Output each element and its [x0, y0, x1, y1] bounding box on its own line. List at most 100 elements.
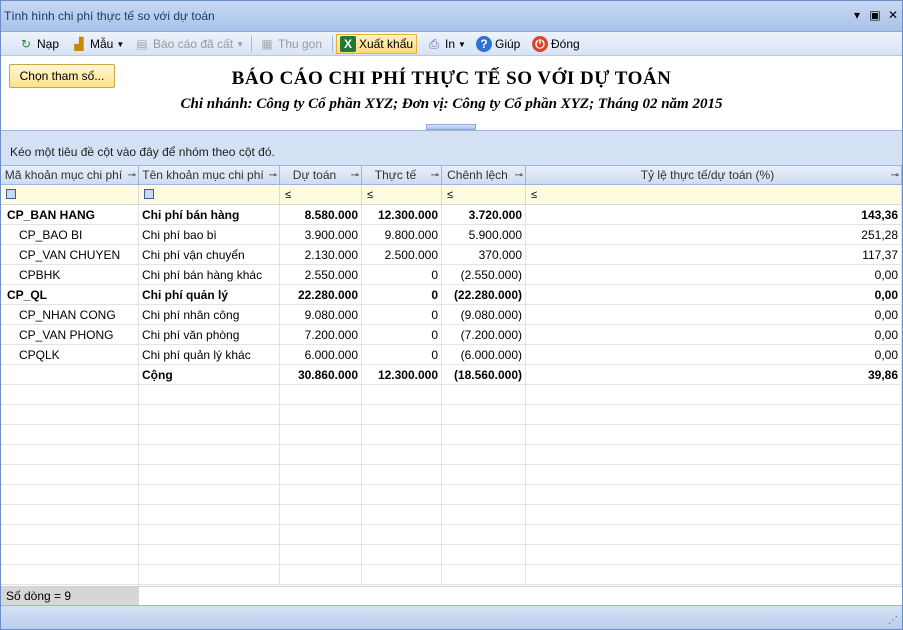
cell-name[interactable]: Chi phí vận chuyển: [139, 245, 280, 265]
reload-button[interactable]: ↻ Nạp: [15, 34, 62, 54]
empty-row[interactable]: [1, 405, 902, 425]
empty-row[interactable]: [1, 425, 902, 445]
cell-diff[interactable]: [442, 525, 526, 545]
cell-budget[interactable]: [280, 465, 362, 485]
cell-name[interactable]: [139, 405, 280, 425]
cell-code[interactable]: [1, 445, 139, 465]
filter-checkbox[interactable]: [144, 189, 154, 199]
cell-diff[interactable]: [442, 425, 526, 445]
template-button[interactable]: ▟ Mẫu ▼: [68, 34, 127, 54]
cell-name[interactable]: Chi phí bao bì: [139, 225, 280, 245]
cell-actual[interactable]: [362, 465, 442, 485]
cell-diff[interactable]: [442, 465, 526, 485]
cell-code[interactable]: [1, 485, 139, 505]
cell-diff[interactable]: 5.900.000: [442, 225, 526, 245]
cell-actual[interactable]: 0: [362, 285, 442, 305]
close-report-button[interactable]: ⏻ Đóng: [529, 34, 583, 54]
cell-name[interactable]: [139, 425, 280, 445]
cell-diff[interactable]: (7.200.000): [442, 325, 526, 345]
cell-budget[interactable]: [280, 445, 362, 465]
cell-budget[interactable]: 22.280.000: [280, 285, 362, 305]
cell-name[interactable]: [139, 445, 280, 465]
cell-ratio[interactable]: [526, 545, 902, 565]
cell-budget[interactable]: [280, 405, 362, 425]
cell-actual[interactable]: [362, 385, 442, 405]
cell-actual[interactable]: [362, 545, 442, 565]
cell-actual[interactable]: 0: [362, 345, 442, 365]
cell-actual[interactable]: [362, 405, 442, 425]
cell-actual[interactable]: 0: [362, 305, 442, 325]
cell-diff[interactable]: [442, 545, 526, 565]
cell-ratio[interactable]: [526, 425, 902, 445]
cell-name[interactable]: Chi phí nhân công: [139, 305, 280, 325]
cell-name[interactable]: Chi phí bán hàng: [139, 205, 280, 225]
cell-name[interactable]: [139, 385, 280, 405]
table-row[interactable]: CP_BAN HANG Chi phí bán hàng 8.580.000 12.3…: [1, 205, 902, 225]
table-row[interactable]: CPBHK Chi phí bán hàng khác 2.550.000 0 (2.5…: [1, 265, 902, 285]
cell-name[interactable]: Chi phí văn phòng: [139, 325, 280, 345]
cell-actual[interactable]: 12.300.000: [362, 365, 442, 385]
cell-name[interactable]: [139, 485, 280, 505]
cell-budget[interactable]: [280, 385, 362, 405]
cell-ratio[interactable]: 0,00: [526, 285, 902, 305]
cell-actual[interactable]: [362, 445, 442, 465]
cell-ratio[interactable]: 117,37: [526, 245, 902, 265]
saved-reports-button[interactable]: ▤ Báo cáo đã cất ▼: [131, 34, 247, 54]
cell-name[interactable]: Cộng: [139, 365, 280, 385]
cell-actual[interactable]: 0: [362, 265, 442, 285]
cell-ratio[interactable]: [526, 525, 902, 545]
cell-diff[interactable]: [442, 445, 526, 465]
cell-code[interactable]: [1, 545, 139, 565]
cell-diff[interactable]: (2.550.000): [442, 265, 526, 285]
cell-budget[interactable]: 8.580.000: [280, 205, 362, 225]
close-icon[interactable]: ✕: [885, 7, 901, 23]
cell-actual[interactable]: [362, 485, 442, 505]
cell-ratio[interactable]: [526, 405, 902, 425]
maximize-icon[interactable]: ▣: [867, 7, 883, 23]
empty-row[interactable]: [1, 385, 902, 405]
pin-icon[interactable]: ▾: [849, 7, 865, 23]
pin-icon[interactable]: ⊸: [351, 166, 359, 185]
print-button[interactable]: ⎙ In ▼: [423, 34, 469, 54]
cell-ratio[interactable]: 0,00: [526, 325, 902, 345]
cell-budget[interactable]: 2.130.000: [280, 245, 362, 265]
table-row[interactable]: CP_BAO BI Chi phí bao bì 3.900.000 9.800.00…: [1, 225, 902, 245]
cell-ratio[interactable]: [526, 385, 902, 405]
cell-name[interactable]: Chi phí quản lý khác: [139, 345, 280, 365]
collapse-button[interactable]: ▦ Thu gọn: [256, 34, 325, 54]
table-row[interactable]: CP_QL Chi phí quản lý 22.280.000 0 (22.280.0…: [1, 285, 902, 305]
cell-code[interactable]: [1, 365, 139, 385]
cell-code[interactable]: CP_VAN CHUYEN: [1, 245, 139, 265]
cell-name[interactable]: [139, 565, 280, 585]
cell-actual[interactable]: [362, 425, 442, 445]
cell-ratio[interactable]: 143,36: [526, 205, 902, 225]
pin-icon[interactable]: ⊸: [515, 166, 523, 185]
cell-ratio[interactable]: 0,00: [526, 305, 902, 325]
column-header-actual[interactable]: Thực tế ⊸: [362, 166, 442, 185]
cell-ratio[interactable]: [526, 485, 902, 505]
cell-name[interactable]: [139, 465, 280, 485]
cell-diff[interactable]: [442, 385, 526, 405]
empty-row[interactable]: [1, 445, 902, 465]
cell-code[interactable]: [1, 565, 139, 585]
cell-code[interactable]: [1, 405, 139, 425]
cell-code[interactable]: [1, 465, 139, 485]
cell-ratio[interactable]: 0,00: [526, 345, 902, 365]
cell-code[interactable]: [1, 385, 139, 405]
cell-code[interactable]: CP_BAO BI: [1, 225, 139, 245]
filter-cell-name[interactable]: [139, 185, 280, 205]
cell-diff[interactable]: (9.080.000): [442, 305, 526, 325]
cell-actual[interactable]: 2.500.000: [362, 245, 442, 265]
pin-icon[interactable]: ⊸: [431, 166, 439, 185]
empty-row[interactable]: [1, 505, 902, 525]
group-panel[interactable]: Kéo một tiêu đề cột vào đây để nhóm theo…: [1, 130, 902, 166]
table-row[interactable]: Cộng 30.860.000 12.300.000 (18.560.000) 39,8…: [1, 365, 902, 385]
filter-cell-diff[interactable]: ≤: [442, 185, 526, 205]
cell-code[interactable]: [1, 505, 139, 525]
cell-diff[interactable]: 370.000: [442, 245, 526, 265]
table-row[interactable]: CP_VAN CHUYEN Chi phí vận chuyển 2.130.000…: [1, 245, 902, 265]
cell-diff[interactable]: (18.560.000): [442, 365, 526, 385]
empty-row[interactable]: [1, 545, 902, 565]
cell-ratio[interactable]: 251,28: [526, 225, 902, 245]
cell-actual[interactable]: 9.800.000: [362, 225, 442, 245]
